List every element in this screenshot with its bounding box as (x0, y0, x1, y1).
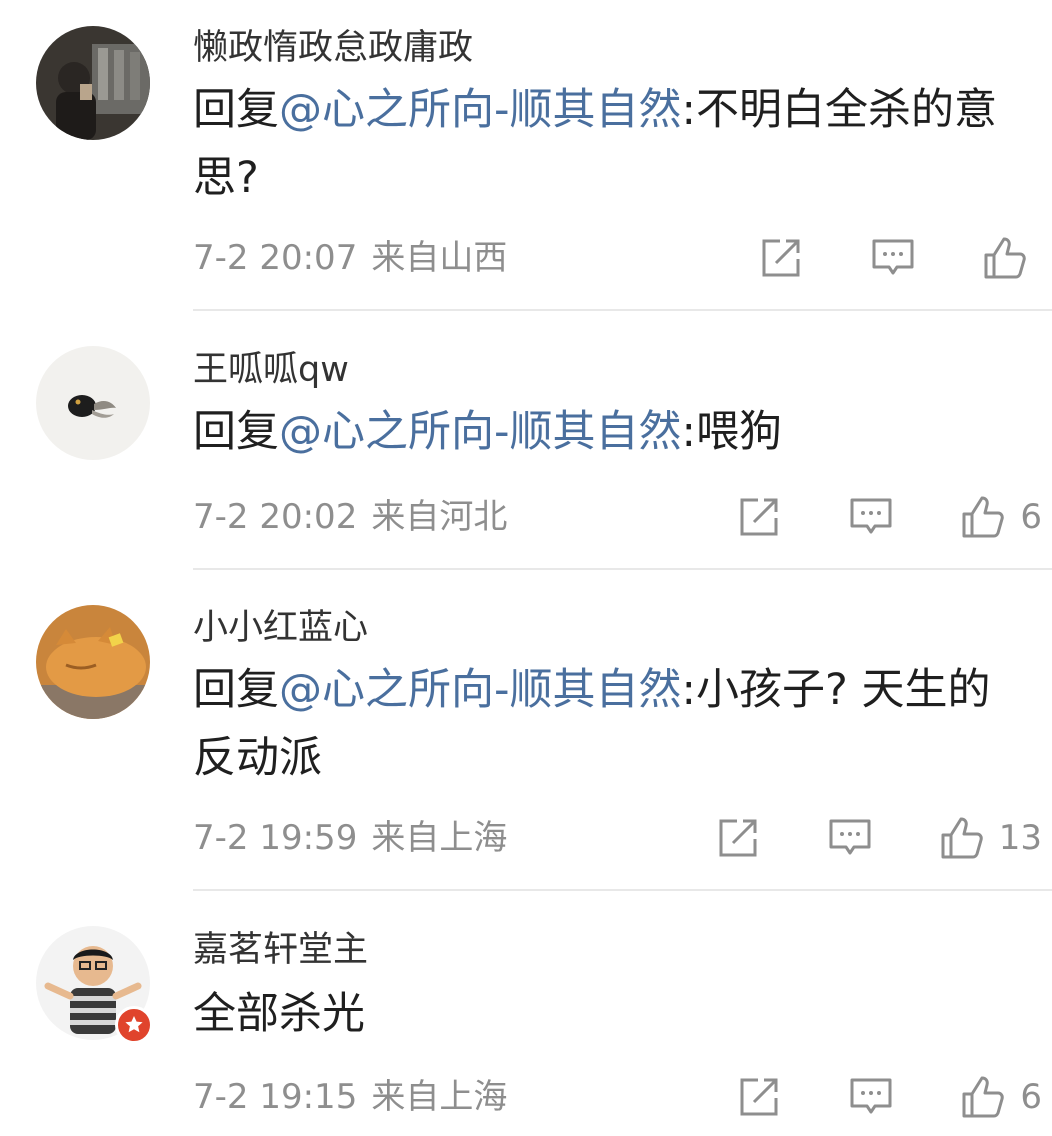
reply-button[interactable] (870, 232, 916, 284)
avatar[interactable] (36, 346, 150, 460)
verified-badge-icon (115, 1006, 153, 1044)
comment-actions: 6 (736, 1071, 1042, 1123)
like-button[interactable]: 6 (960, 491, 1042, 543)
comment-text: 回复@心之所向-顺其自然:不明白全杀的意思? (193, 76, 1033, 212)
reply-prefix: 回复 (193, 85, 279, 135)
divider (193, 309, 1052, 311)
reply-prefix: 回复 (193, 407, 279, 457)
comment-meta: 7-2 20:07 来自山西 (193, 238, 507, 278)
like-icon (941, 817, 983, 859)
like-button[interactable]: 6 (960, 1071, 1042, 1123)
comment-text: 全部杀光 (193, 980, 1033, 1048)
reply-button[interactable] (848, 491, 894, 543)
share-icon (740, 1078, 778, 1116)
mention-link[interactable]: @心之所向-顺其自然 (279, 85, 682, 135)
comment-actions: 13 (715, 812, 1042, 864)
like-button[interactable]: 13 (939, 812, 1042, 864)
username[interactable]: 王呱呱qw (193, 348, 349, 392)
like-icon (962, 496, 1005, 538)
comment-text: 回复@心之所向-顺其自然:小孩子? 天生的反动派 (193, 656, 1033, 792)
comment-icon (850, 498, 892, 534)
timestamp: 7-2 19:59 (193, 818, 358, 858)
like-count: 6 (1020, 1077, 1042, 1117)
avatar[interactable] (36, 605, 150, 719)
mention-link[interactable]: @心之所向-顺其自然 (279, 407, 682, 457)
comment-meta: 7-2 20:02 来自河北 (193, 497, 507, 537)
share-button[interactable] (758, 232, 804, 284)
location: 来自上海 (371, 1077, 508, 1117)
like-icon (962, 1076, 1005, 1118)
like-button[interactable] (982, 232, 1042, 284)
location: 来自山西 (371, 238, 508, 278)
username[interactable]: 懒政惰政怠政庸政 (193, 26, 473, 70)
share-icon (740, 498, 778, 536)
comment-actions: 6 (736, 491, 1042, 543)
comment-icon (872, 239, 914, 275)
share-icon (719, 819, 757, 857)
location: 来自河北 (371, 497, 508, 537)
share-button[interactable] (736, 1071, 782, 1123)
comment-body: :喂狗 (681, 407, 783, 457)
avatar[interactable] (36, 26, 150, 140)
timestamp: 7-2 20:02 (193, 497, 358, 537)
comment-meta: 7-2 19:59 来自上海 (193, 818, 507, 858)
divider (193, 889, 1052, 891)
comment-meta: 7-2 19:15 来自上海 (193, 1077, 507, 1117)
comment-icon (850, 1078, 892, 1114)
location: 来自上海 (371, 818, 508, 858)
comment-body: 全部杀光 (193, 989, 365, 1039)
share-icon (762, 239, 800, 277)
mention-link[interactable]: @心之所向-顺其自然 (279, 665, 682, 715)
timestamp: 7-2 19:15 (193, 1077, 358, 1117)
comment-actions (758, 232, 1042, 284)
share-button[interactable] (715, 812, 761, 864)
like-icon (984, 237, 1026, 279)
divider (193, 568, 1052, 570)
comment-icon (829, 819, 871, 855)
share-button[interactable] (736, 491, 782, 543)
like-count: 13 (998, 818, 1042, 858)
reply-prefix: 回复 (193, 665, 279, 715)
username[interactable]: 嘉茗轩堂主 (193, 928, 368, 972)
comment-text: 回复@心之所向-顺其自然:喂狗 (193, 398, 1033, 466)
reply-button[interactable] (827, 812, 873, 864)
reply-button[interactable] (848, 1071, 894, 1123)
username[interactable]: 小小红蓝心 (193, 606, 368, 650)
like-count: 6 (1020, 497, 1042, 537)
timestamp: 7-2 20:07 (193, 238, 358, 278)
